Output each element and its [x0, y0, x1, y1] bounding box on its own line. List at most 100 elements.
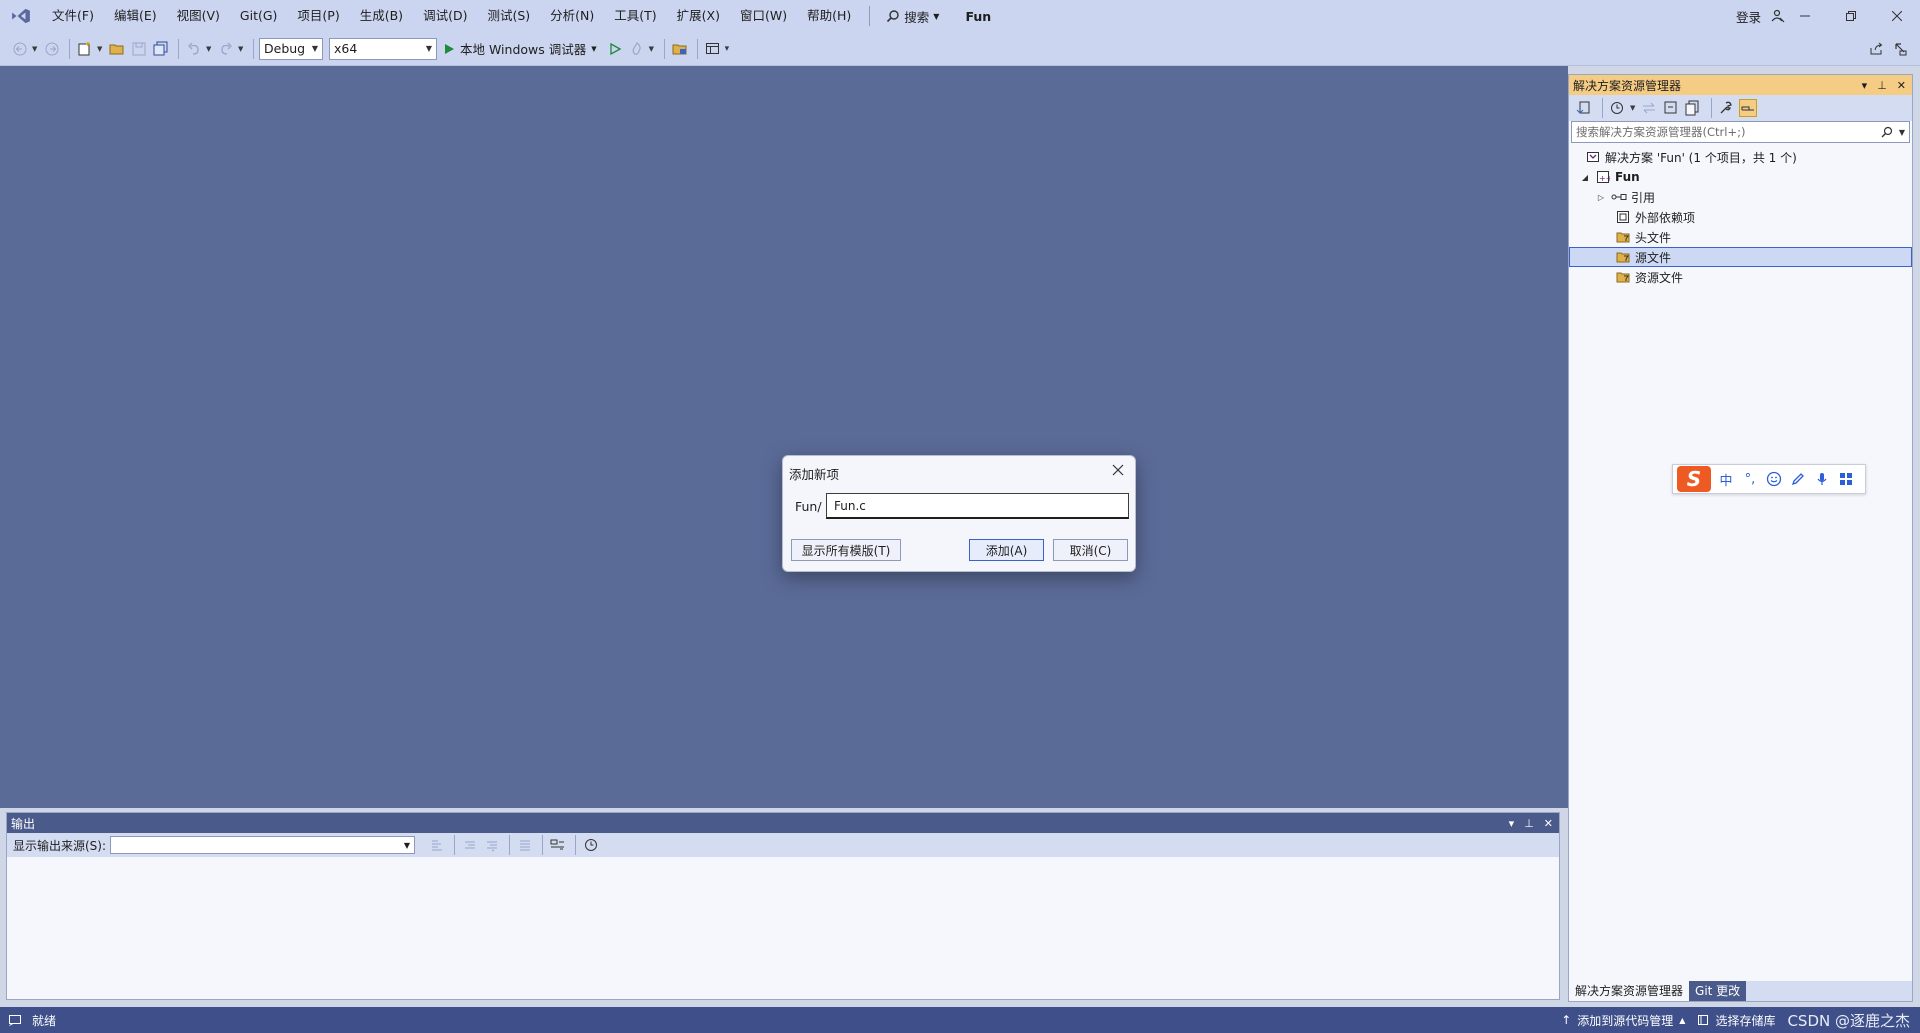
chevron-down-icon[interactable]: ▼ [97, 45, 105, 53]
menu-edit[interactable]: 编辑(E) [104, 0, 167, 32]
tree-item-external-dependencies[interactable]: 外部依赖项 [1569, 207, 1912, 227]
add-button[interactable]: 添加(A) [969, 539, 1044, 561]
open-file-button[interactable] [107, 39, 127, 59]
navigate-forward-button[interactable] [42, 39, 62, 59]
start-without-debugging-button[interactable] [605, 39, 625, 59]
close-icon[interactable]: ✕ [1897, 79, 1906, 92]
sync-with-active-document-button[interactable] [1640, 99, 1658, 117]
select-repository[interactable]: 选择存储库 [1697, 1012, 1775, 1029]
output-window: 输出 ▾ ⊥ ✕ 显示输出来源(S): ▼ [6, 812, 1560, 1000]
switch-views-button[interactable] [1575, 99, 1593, 117]
filter-folder-icon [1615, 229, 1631, 245]
emoji-icon[interactable] [1765, 470, 1783, 488]
menu-help[interactable]: 帮助(H) [797, 0, 861, 32]
menu-project[interactable]: 项目(P) [287, 0, 349, 32]
menu-build[interactable]: 生成(B) [350, 0, 413, 32]
chevron-down-icon[interactable]: ▼ [649, 45, 657, 53]
ime-mode-toggle[interactable]: 中 [1717, 470, 1735, 489]
ime-punctuation-toggle[interactable]: °, [1741, 470, 1759, 488]
next-message-button[interactable] [482, 835, 502, 855]
solution-configuration-select[interactable]: Debug ▼ [259, 37, 323, 60]
menu-file[interactable]: 文件(F) [42, 0, 104, 32]
tree-item-project[interactable]: ◢ ++ Fun [1569, 167, 1912, 187]
collapsed-arrow-icon[interactable]: ▷ [1595, 193, 1607, 202]
tab-git-changes[interactable]: Git 更改 [1689, 981, 1747, 1001]
save-button[interactable] [129, 39, 149, 59]
tree-item-header-files[interactable]: 头文件 [1569, 227, 1912, 247]
chevron-down-icon[interactable]: ▼ [32, 45, 40, 53]
restore-button[interactable] [1828, 0, 1874, 32]
output-source-select[interactable]: ▼ [110, 836, 416, 854]
redo-button[interactable] [216, 39, 236, 59]
login-link[interactable]: 登录 [1736, 7, 1761, 26]
feedback-button[interactable] [1890, 39, 1910, 59]
show-all-templates-button[interactable]: 显示所有模版(T) [791, 539, 901, 561]
toolbar-separator [696, 38, 698, 59]
chevron-down-icon[interactable]: ▼ [1630, 104, 1638, 112]
browse-button[interactable] [670, 39, 690, 59]
pin-icon[interactable]: ⊥ [1524, 817, 1534, 830]
new-project-button[interactable] [75, 39, 95, 59]
solution-platform-select[interactable]: x64 ▼ [329, 37, 437, 60]
tree-item-solution[interactable]: 解决方案 'Fun' (1 个项目，共 1 个) [1569, 147, 1912, 167]
preview-selected-items-button[interactable] [1739, 99, 1757, 117]
properties-button[interactable] [1717, 99, 1735, 117]
tree-item-resource-files[interactable]: 资源文件 [1569, 267, 1912, 287]
toolbar-overflow-icon[interactable]: ▾ [725, 44, 733, 54]
chevron-down-icon[interactable]: ▼ [206, 45, 214, 53]
save-all-button[interactable] [151, 39, 171, 59]
chevron-down-icon: ▼ [933, 11, 940, 21]
menu-git[interactable]: Git(G) [230, 0, 288, 32]
find-message-button[interactable] [427, 835, 447, 855]
tree-item-source-files[interactable]: 源文件 [1569, 247, 1912, 267]
search-button[interactable]: 搜索 ▼ [878, 7, 947, 26]
pin-icon[interactable]: ⊥ [1877, 79, 1887, 92]
expanded-arrow-icon[interactable]: ◢ [1579, 173, 1591, 182]
tab-solution-explorer[interactable]: 解决方案资源管理器 [1569, 981, 1690, 1001]
window-position-dropdown-icon[interactable]: ▾ [1509, 817, 1515, 830]
close-icon[interactable]: ✕ [1544, 817, 1553, 830]
menu-view[interactable]: 视图(V) [167, 0, 230, 32]
file-name-input[interactable] [826, 493, 1129, 519]
undo-icon [188, 42, 199, 55]
status-text: 就绪 [32, 1013, 57, 1028]
search-icon[interactable] [1881, 126, 1893, 138]
microphone-icon[interactable] [1813, 470, 1831, 488]
solution-explorer-toolbar: ▼ [1569, 95, 1912, 121]
previous-message-button[interactable] [460, 835, 480, 855]
hot-reload-button[interactable] [627, 39, 647, 59]
ime-toolbox-icon[interactable] [1837, 470, 1855, 488]
collapse-all-button[interactable] [1662, 99, 1680, 117]
solution-name-title: Fun [965, 8, 992, 24]
undo-button[interactable] [184, 39, 204, 59]
navigate-back-button[interactable] [10, 39, 30, 59]
layout-button[interactable] [703, 39, 723, 59]
menu-analyze[interactable]: 分析(N) [540, 0, 604, 32]
previous-message-icon [465, 841, 476, 849]
pending-changes-filter-button[interactable] [1608, 99, 1626, 117]
clear-all-button[interactable] [515, 835, 535, 855]
close-window-button[interactable] [1874, 0, 1920, 32]
window-position-dropdown-icon[interactable]: ▾ [1862, 79, 1868, 92]
menu-debug[interactable]: 调试(D) [413, 0, 477, 32]
close-icon[interactable] [1111, 463, 1125, 477]
chevron-down-icon[interactable]: ▼ [1899, 128, 1905, 137]
menu-tools[interactable]: 工具(T) [604, 0, 666, 32]
output-status-icon[interactable] [8, 1013, 22, 1027]
chevron-down-icon[interactable]: ▼ [238, 45, 246, 53]
start-debugging-button[interactable]: 本地 Windows 调试器 ▼ [443, 39, 597, 58]
cancel-button[interactable]: 取消(C) [1053, 539, 1128, 561]
menu-extensions[interactable]: 扩展(X) [667, 0, 730, 32]
menu-test[interactable]: 测试(S) [477, 0, 540, 32]
menu-window[interactable]: 窗口(W) [730, 0, 797, 32]
minimize-button[interactable] [1782, 0, 1828, 32]
toggle-timestamp-button[interactable] [581, 835, 601, 855]
word-wrap-button[interactable] [548, 835, 568, 855]
solution-explorer-search[interactable]: 搜索解决方案资源管理器(Ctrl+;) ▼ [1571, 121, 1910, 143]
show-all-files-button[interactable] [1684, 99, 1702, 117]
source-control-add[interactable]: ↑ 添加到源代码管理 ▲ [1561, 1012, 1685, 1029]
sogou-logo[interactable]: S [1677, 466, 1711, 492]
handwriting-pen-icon[interactable] [1789, 470, 1807, 488]
tree-item-references[interactable]: ▷ 引用 [1569, 187, 1912, 207]
share-button[interactable] [1866, 39, 1886, 59]
